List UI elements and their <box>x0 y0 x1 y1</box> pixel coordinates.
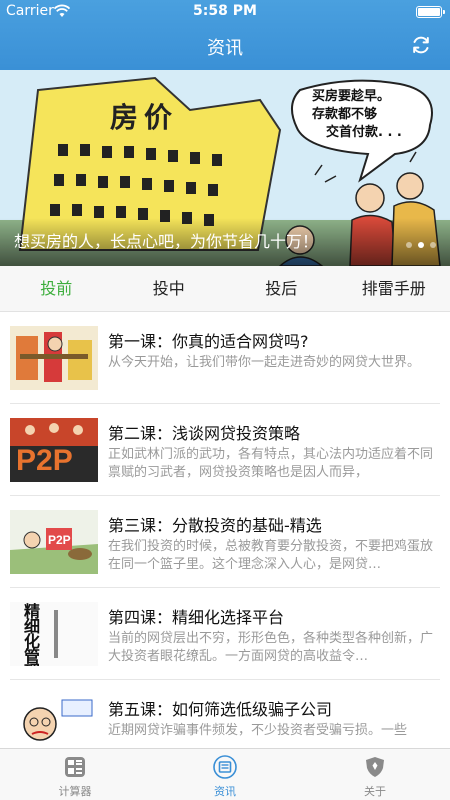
article-title: 第一课：你真的适合网贷吗? <box>108 332 309 351</box>
page-title: 资讯 <box>207 38 243 59</box>
article-thumbnail: P2P <box>10 510 98 574</box>
list-item[interactable]: 第五课：如何筛选低级骗子公司 近期网贷诈骗事件频发，不少投资者受骗亏损。一些 <box>10 680 440 748</box>
tabbar-label: 资讯 <box>214 785 236 798</box>
banner-carousel[interactable]: 房价 买房要趁早。 存款都不够 交首付款. . . 想买房的人，长点心吧，为你节… <box>0 70 450 266</box>
tabbar-item-about[interactable]: 关于 <box>300 749 450 800</box>
building-sign: 房价 <box>110 101 179 134</box>
article-description: 在我们投资的时候，总被教育要分散投资，不要把鸡蛋放在同一个篮子里。这个理念深入人… <box>108 539 434 572</box>
article-description: 近期网贷诈骗事件频发，不少投资者受骗亏损。一些 <box>108 723 408 738</box>
status-time: 5:58 PM <box>193 3 257 19</box>
tab-before-invest[interactable]: 投前 <box>0 266 113 311</box>
list-item[interactable]: P2P 第三课：分散投资的基础-精选 在我们投资的时候，总被教育要分散投资，不要… <box>10 496 440 588</box>
tabbar-item-news[interactable]: 资讯 <box>150 749 300 800</box>
thumb-p2p-text: P2P <box>16 444 73 477</box>
nav-bar: Carrier 5:58 PM 资讯 <box>0 0 450 70</box>
tabbar-item-calculator[interactable]: 计算器 <box>0 749 150 800</box>
article-description: 正如武林门派的武功，各有特点，其心法内功适应着不同禀赋的习武者，网贷投资策略也是… <box>108 447 434 480</box>
speech-line: 交首付款. . . <box>326 125 402 140</box>
article-thumbnail <box>10 694 98 748</box>
article-thumbnail: P2P <box>10 418 98 482</box>
speech-line: 买房要趁早。 <box>312 89 391 104</box>
segment-tabs: 投前 投中 投后 排雷手册 <box>0 266 450 312</box>
banner-caption-bar: 想买房的人，长点心吧，为你节省几十万！ <box>0 218 450 266</box>
tab-after-invest[interactable]: 投后 <box>225 266 338 311</box>
article-title: 第二课：浅谈网贷投资策略 <box>108 424 301 443</box>
bottom-tab-bar: 计算器 资讯 关于 <box>0 748 450 800</box>
tabbar-label: 关于 <box>364 785 386 798</box>
thumb-p2p-text: P2P <box>48 533 71 547</box>
banner-caption: 想买房的人，长点心吧，为你节省几十万！ <box>14 232 319 251</box>
article-description: 从今天开始，让我们带你一起走进奇妙的网贷大世界。 <box>108 355 421 370</box>
carousel-dots[interactable] <box>406 242 436 248</box>
calculator-icon <box>65 757 85 777</box>
tab-during-invest[interactable]: 投中 <box>113 266 226 311</box>
article-description: 当前的网贷层出不穷，形形色色，各种类型各种创新，广大投资者眼花缭乱。一方面网贷的… <box>108 631 434 664</box>
carousel-dot[interactable] <box>430 242 436 248</box>
list-item[interactable]: P2P 第二课：浅谈网贷投资策略 正如武林门派的武功，各有特点，其心法内功适应着… <box>10 404 440 496</box>
speech-line: 存款都不够 <box>312 107 378 122</box>
list-item[interactable]: 第一课：你真的适合网贷吗? 从今天开始，让我们带你一起走进奇妙的网贷大世界。 <box>10 312 440 404</box>
thumb-refine-stripe <box>54 610 58 658</box>
app-screen: Carrier 5:58 PM 资讯 房价 买房要趁早。 存款都不够 交首付款.… <box>0 0 450 800</box>
shield-icon <box>366 757 384 777</box>
refresh-icon[interactable] <box>410 34 432 56</box>
carousel-dot[interactable] <box>406 242 412 248</box>
article-title: 第四课：精细化选择平台 <box>108 608 285 627</box>
list-item[interactable]: 精细化管理 第四课：精细化选择平台 当前的网贷层出不穷，形形色色，各种类型各种创… <box>10 588 440 680</box>
article-thumbnail <box>10 326 98 390</box>
thumb-refine-text: 精细化管理 <box>24 602 41 667</box>
article-title: 第五课：如何筛选低级骗子公司 <box>108 700 333 719</box>
article-list: 第一课：你真的适合网贷吗? 从今天开始，让我们带你一起走进奇妙的网贷大世界。 P… <box>0 312 450 748</box>
carousel-dot-active[interactable] <box>418 242 424 248</box>
article-thumbnail: 精细化管理 <box>10 602 98 666</box>
news-icon <box>213 755 237 779</box>
tabbar-label: 计算器 <box>58 785 92 798</box>
article-title: 第三课：分散投资的基础-精选 <box>108 516 322 535</box>
tab-risk-manual[interactable]: 排雷手册 <box>338 266 450 311</box>
speech-bubble-text: 买房要趁早。 存款都不够 交首付款. . . <box>312 88 432 142</box>
status-bar: Carrier 5:58 PM <box>0 0 450 22</box>
battery-icon <box>416 6 445 18</box>
